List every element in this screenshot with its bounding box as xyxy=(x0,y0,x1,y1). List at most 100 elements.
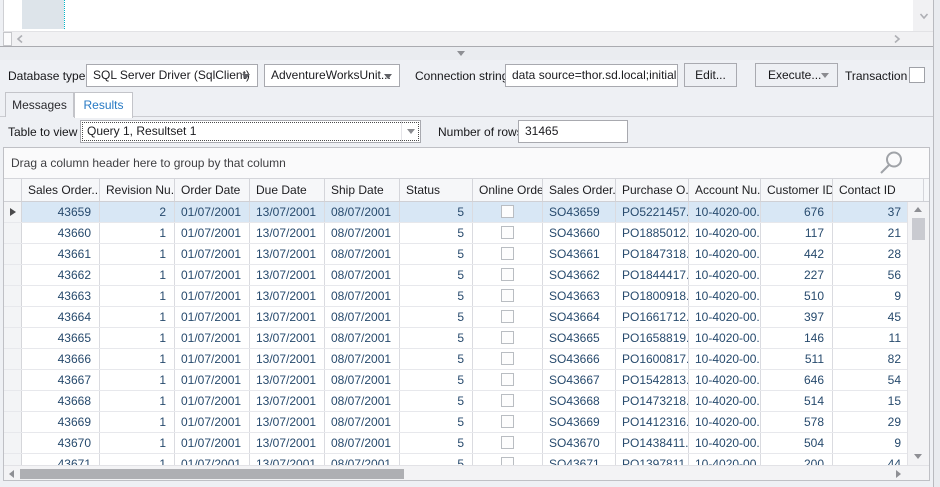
combo-dropdown-button[interactable] xyxy=(401,121,420,142)
database-name-combo[interactable]: AdventureWorksUnit... xyxy=(264,64,400,87)
cell-customer_id: 676 xyxy=(761,202,833,222)
column-header-revision_number[interactable]: Revision Nu... xyxy=(100,179,175,201)
editor-vertical-scrollbar[interactable] xyxy=(913,0,933,31)
execute-button[interactable]: Execute... xyxy=(755,63,838,87)
cell-status: 5 xyxy=(400,328,473,348)
horizontal-scroll-thumb[interactable] xyxy=(20,469,404,479)
cell-online_order xyxy=(473,244,543,264)
cell-account_number: 10-4020-00... xyxy=(689,391,761,411)
cell-account_number: 10-4020-00... xyxy=(689,202,761,222)
chevron-down-icon[interactable] xyxy=(918,10,930,22)
column-header-online_order[interactable]: Online Orde... xyxy=(473,179,543,201)
cell-status: 5 xyxy=(400,286,473,306)
scroll-up-icon[interactable] xyxy=(914,207,922,212)
online-order-checkbox[interactable] xyxy=(501,436,514,449)
cell-sales_order_number: SO43668 xyxy=(543,391,616,411)
online-order-checkbox[interactable] xyxy=(501,310,514,323)
chevron-left-icon[interactable] xyxy=(14,33,26,45)
table-row[interactable]: 43662101/07/200113/07/200108/07/20015SO4… xyxy=(4,265,929,286)
splitter-collapse-icon[interactable] xyxy=(457,51,465,56)
editor-caret-line xyxy=(64,0,65,29)
database-type-combo[interactable]: SQL Server Driver (SqlClient) xyxy=(86,64,258,87)
scroll-down-icon[interactable] xyxy=(914,454,922,459)
table-row[interactable]: 43660101/07/200113/07/200108/07/20015SO4… xyxy=(4,223,929,244)
online-order-checkbox[interactable] xyxy=(501,247,514,260)
cell-ship_date: 08/07/2001 xyxy=(325,349,400,369)
online-order-checkbox[interactable] xyxy=(501,289,514,302)
tab-results[interactable]: Results xyxy=(74,92,133,118)
cell-customer_id: 510 xyxy=(761,286,833,306)
column-header-account_number[interactable]: Account Nu... xyxy=(689,179,761,201)
table-row[interactable]: 43661101/07/200113/07/200108/07/20015SO4… xyxy=(4,244,929,265)
cell-sales_order_id: 43667 xyxy=(22,370,100,390)
cell-online_order xyxy=(473,349,543,369)
cell-ship_date: 08/07/2001 xyxy=(325,391,400,411)
chevron-down-icon xyxy=(242,74,250,79)
scroll-left-icon[interactable] xyxy=(9,470,14,478)
grid-horizontal-scrollbar[interactable] xyxy=(4,465,929,481)
table-row[interactable]: 43671101/07/200113/07/200108/07/20015SO4… xyxy=(4,454,929,465)
table-row[interactable]: 43668101/07/200113/07/200108/07/20015SO4… xyxy=(4,391,929,412)
chevron-right-icon[interactable] xyxy=(891,33,903,45)
online-order-checkbox[interactable] xyxy=(501,226,514,239)
cell-purchase_order: PO1438411... xyxy=(616,433,689,453)
horizontal-splitter[interactable] xyxy=(0,46,940,60)
transaction-checkbox[interactable] xyxy=(909,67,925,83)
column-header-purchase_order[interactable]: Purchase O... xyxy=(616,179,689,201)
edit-button[interactable]: Edit... xyxy=(684,63,737,87)
column-header-sales_order_number[interactable]: Sales Order... xyxy=(543,179,616,201)
scroll-right-icon[interactable] xyxy=(896,470,901,478)
column-header-sales_order_id[interactable]: Sales Order... xyxy=(22,179,100,201)
splitter-grip[interactable] xyxy=(3,32,12,46)
cell-status: 5 xyxy=(400,349,473,369)
online-order-checkbox[interactable] xyxy=(501,394,514,407)
vertical-scroll-thumb[interactable] xyxy=(912,218,925,240)
table-row[interactable]: 43665101/07/200113/07/200108/07/20015SO4… xyxy=(4,328,929,349)
cell-purchase_order: PO1473218... xyxy=(616,391,689,411)
cell-due_date: 13/07/2001 xyxy=(250,433,325,453)
column-header-due_date[interactable]: Due Date xyxy=(250,179,325,201)
cell-sales_order_number: SO43667 xyxy=(543,370,616,390)
execute-button-label: Execute... xyxy=(768,68,821,82)
column-header-contact_id[interactable]: Contact ID xyxy=(833,179,924,201)
column-header-status[interactable]: Status xyxy=(400,179,473,201)
number-of-rows-input[interactable]: 31465 xyxy=(518,120,628,143)
table-row[interactable]: 43670101/07/200113/07/200108/07/20015SO4… xyxy=(4,433,929,454)
connection-string-label: Connection string xyxy=(415,68,508,84)
cell-status: 5 xyxy=(400,244,473,264)
editor-horizontal-scrollbar[interactable] xyxy=(3,31,933,46)
column-header-customer_id[interactable]: Customer ID xyxy=(761,179,833,201)
online-order-checkbox[interactable] xyxy=(501,457,514,465)
table-to-view-combo[interactable]: Query 1, Resultset 1 xyxy=(80,120,421,143)
cell-ship_date: 08/07/2001 xyxy=(325,307,400,327)
cell-status: 5 xyxy=(400,412,473,432)
tab-messages[interactable]: Messages xyxy=(5,92,74,117)
row-indicator xyxy=(4,244,22,264)
cell-status: 5 xyxy=(400,433,473,453)
cell-online_order xyxy=(473,370,543,390)
table-row[interactable]: 43667101/07/200113/07/200108/07/20015SO4… xyxy=(4,370,929,391)
column-header-order_date[interactable]: Order Date xyxy=(175,179,250,201)
table-row[interactable]: 43664101/07/200113/07/200108/07/20015SO4… xyxy=(4,307,929,328)
table-row[interactable]: 43659201/07/200113/07/200108/07/20015SO4… xyxy=(4,202,929,223)
table-row[interactable]: 43663101/07/200113/07/200108/07/20015SO4… xyxy=(4,286,929,307)
online-order-checkbox[interactable] xyxy=(501,373,514,386)
cell-sales_order_number: SO43669 xyxy=(543,412,616,432)
group-by-panel[interactable]: Drag a column header here to group by th… xyxy=(4,148,929,178)
online-order-checkbox[interactable] xyxy=(501,205,514,218)
column-header-ship_date[interactable]: Ship Date xyxy=(325,179,400,201)
search-icon[interactable] xyxy=(877,150,905,177)
connection-string-input[interactable]: data source=thor.sd.local;initial catalo xyxy=(505,64,678,87)
online-order-checkbox[interactable] xyxy=(501,352,514,365)
grid-vertical-scrollbar[interactable] xyxy=(907,202,929,465)
cell-account_number: 10-4020-00... xyxy=(689,433,761,453)
table-to-view-value: Query 1, Resultset 1 xyxy=(87,124,196,138)
online-order-checkbox[interactable] xyxy=(501,415,514,428)
row-indicator xyxy=(4,349,22,369)
table-row[interactable]: 43666101/07/200113/07/200108/07/20015SO4… xyxy=(4,349,929,370)
online-order-checkbox[interactable] xyxy=(501,331,514,344)
online-order-checkbox[interactable] xyxy=(501,268,514,281)
table-row[interactable]: 43669101/07/200113/07/200108/07/20015SO4… xyxy=(4,412,929,433)
sql-editor-area[interactable] xyxy=(3,0,913,31)
row-indicator-header xyxy=(4,179,22,201)
